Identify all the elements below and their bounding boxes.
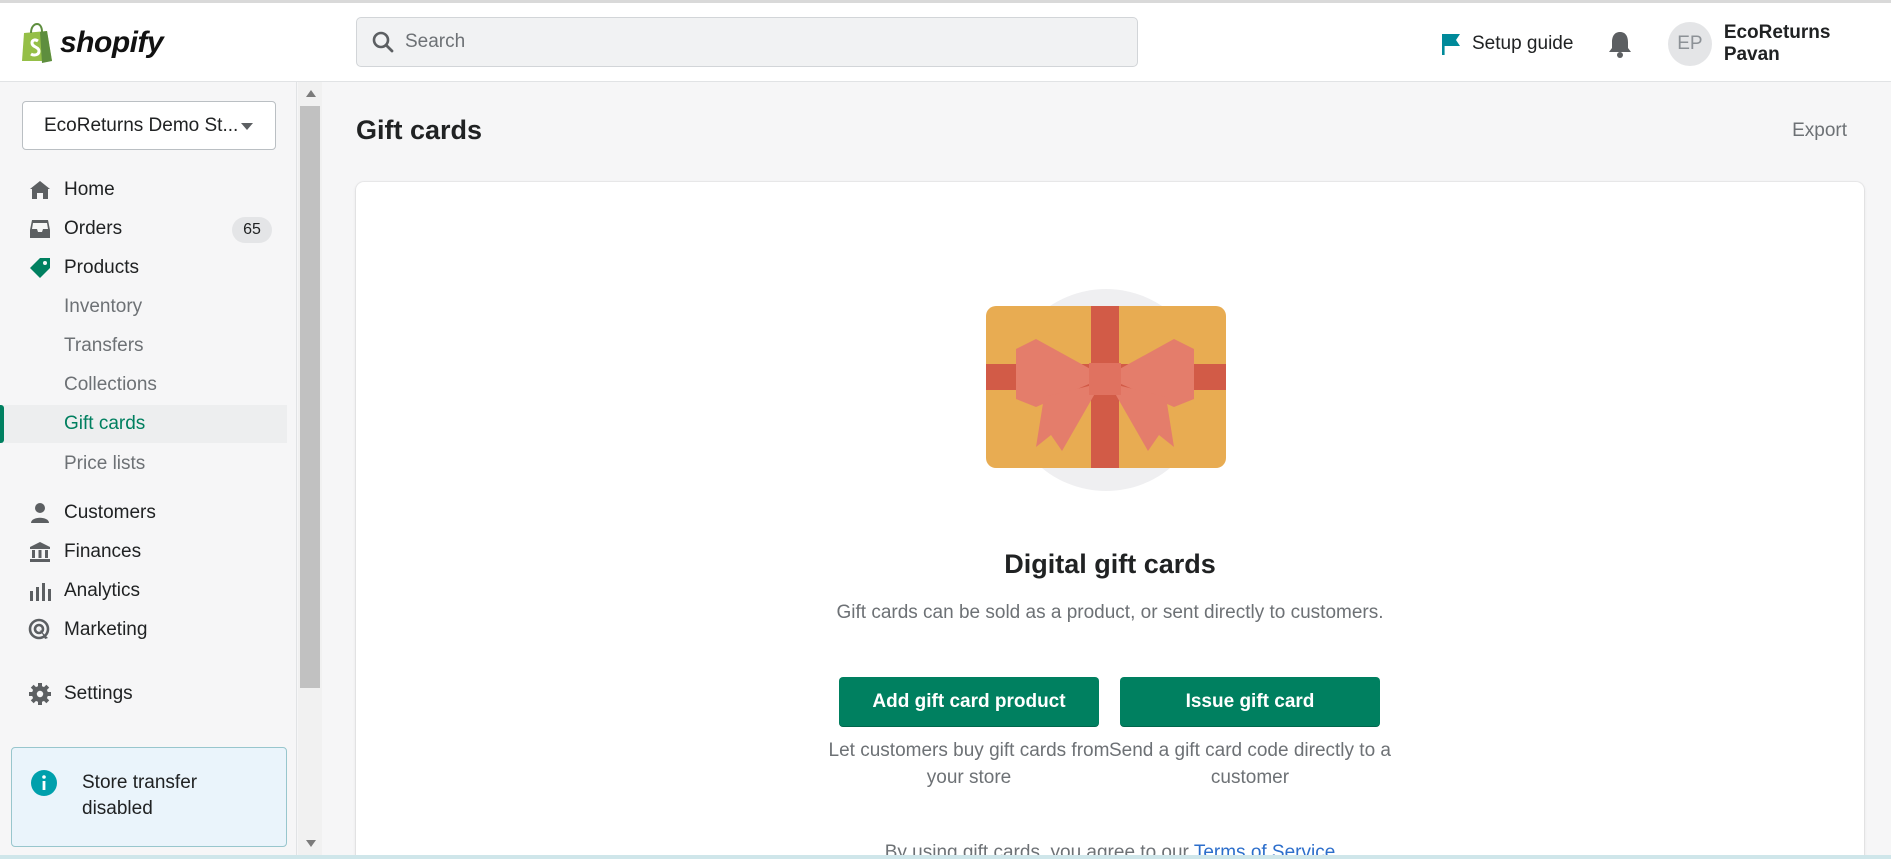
store-transfer-notice: Store transfer disabled (11, 747, 287, 847)
sidebar-item-label: Gift cards (64, 413, 146, 434)
sidebar-item-label: Customers (64, 502, 156, 523)
notifications-bell-icon[interactable] (1606, 29, 1634, 59)
sidebar-item-label: Settings (64, 683, 133, 704)
chart-bar-icon (30, 583, 51, 601)
store-selector[interactable]: EcoReturns Demo St... (22, 101, 276, 150)
window-bottom-edge (0, 855, 1891, 859)
empty-state-title: Digital gift cards (1004, 549, 1216, 579)
sidebar-item-finances[interactable]: Finances (0, 533, 287, 571)
target-icon (28, 618, 50, 640)
search-input[interactable] (405, 26, 1105, 58)
shopify-logo[interactable]: shopify (20, 22, 164, 64)
caret-down-icon (241, 123, 253, 130)
orders-count-badge: 65 (232, 217, 272, 243)
sidebar-item-home[interactable]: Home (0, 171, 287, 209)
sidebar-item-label: Products (64, 257, 139, 278)
sidebar-item-price-lists[interactable]: Price lists (0, 445, 287, 483)
gift-card-illustration (986, 289, 1226, 491)
sidebar-item-settings[interactable]: Settings (0, 675, 287, 713)
main-content: Gift cards Export Digital gift cards Gif… (322, 82, 1891, 859)
sidebar-item-inventory[interactable]: Inventory (0, 288, 287, 326)
sidebar-item-label: Transfers (64, 335, 144, 356)
flag-icon (1442, 34, 1460, 55)
scroll-thumb[interactable] (300, 106, 320, 688)
search-icon (372, 31, 394, 53)
gear-icon (29, 683, 51, 705)
sidebar-item-label: Marketing (64, 619, 148, 640)
scroll-down-arrow-icon[interactable] (306, 840, 316, 847)
user-name: EcoReturns Pavan (1723, 22, 1831, 65)
sidebar-item-orders[interactable]: Orders 65 (0, 210, 287, 248)
sidebar-item-transfers[interactable]: Transfers (0, 327, 287, 365)
issue-gift-card-help-text: Send a gift card code directly to a cust… (1109, 740, 1391, 788)
setup-guide-button[interactable]: Setup guide (1440, 29, 1573, 59)
scroll-up-arrow-icon[interactable] (306, 90, 316, 97)
empty-state-description: Gift cards can be sold as a product, or … (836, 602, 1384, 623)
sidebar-scrollbar[interactable] (298, 82, 322, 859)
add-gift-card-product-button[interactable]: Add gift card product (839, 677, 1099, 727)
sidebar: EcoReturns Demo St... Home Orders 65 Pro… (0, 82, 297, 859)
sidebar-item-analytics[interactable]: Analytics (0, 572, 287, 610)
sidebar-item-label: Analytics (64, 580, 141, 601)
add-gift-card-help-text: Let customers buy gift cards from your s… (828, 740, 1110, 788)
empty-state-card: Digital gift cards Gift cards can be sol… (356, 182, 1864, 859)
notice-text: Store transfer disabled (82, 772, 198, 819)
sidebar-item-marketing[interactable]: Marketing (0, 611, 287, 649)
tag-icon (30, 258, 50, 278)
user-menu[interactable]: EP EcoReturns Pavan (1668, 22, 1891, 66)
sidebar-item-products[interactable]: Products (0, 249, 287, 287)
sidebar-item-label: Home (64, 179, 115, 200)
sidebar-item-collections[interactable]: Collections (0, 366, 287, 404)
logo-wordmark: shopify (60, 26, 164, 59)
sidebar-item-label: Price lists (64, 453, 146, 474)
sidebar-item-label: Inventory (64, 296, 143, 317)
store-name: EcoReturns Demo St... (44, 114, 239, 136)
export-button[interactable]: Export (1792, 120, 1847, 142)
sidebar-item-label: Orders (64, 218, 123, 239)
active-indicator (0, 405, 4, 443)
sidebar-item-gift-cards[interactable]: Gift cards (0, 405, 287, 443)
bank-icon (30, 542, 50, 562)
search-bar[interactable] (356, 17, 1138, 67)
setup-guide-label: Setup guide (1472, 33, 1574, 54)
inbox-icon (30, 220, 50, 238)
shopify-bag-icon (22, 23, 52, 63)
person-icon (31, 503, 49, 523)
issue-gift-card-button[interactable]: Issue gift card (1120, 677, 1380, 727)
info-icon (31, 770, 57, 796)
top-bar: shopify Setup guide EP EcoReturns Pavan (0, 0, 1891, 82)
sidebar-item-label: Finances (64, 541, 142, 562)
sidebar-item-customers[interactable]: Customers (0, 494, 287, 532)
home-icon (30, 181, 50, 199)
avatar: EP (1668, 22, 1712, 66)
page-title: Gift cards (356, 115, 483, 145)
sidebar-item-label: Collections (64, 374, 157, 395)
